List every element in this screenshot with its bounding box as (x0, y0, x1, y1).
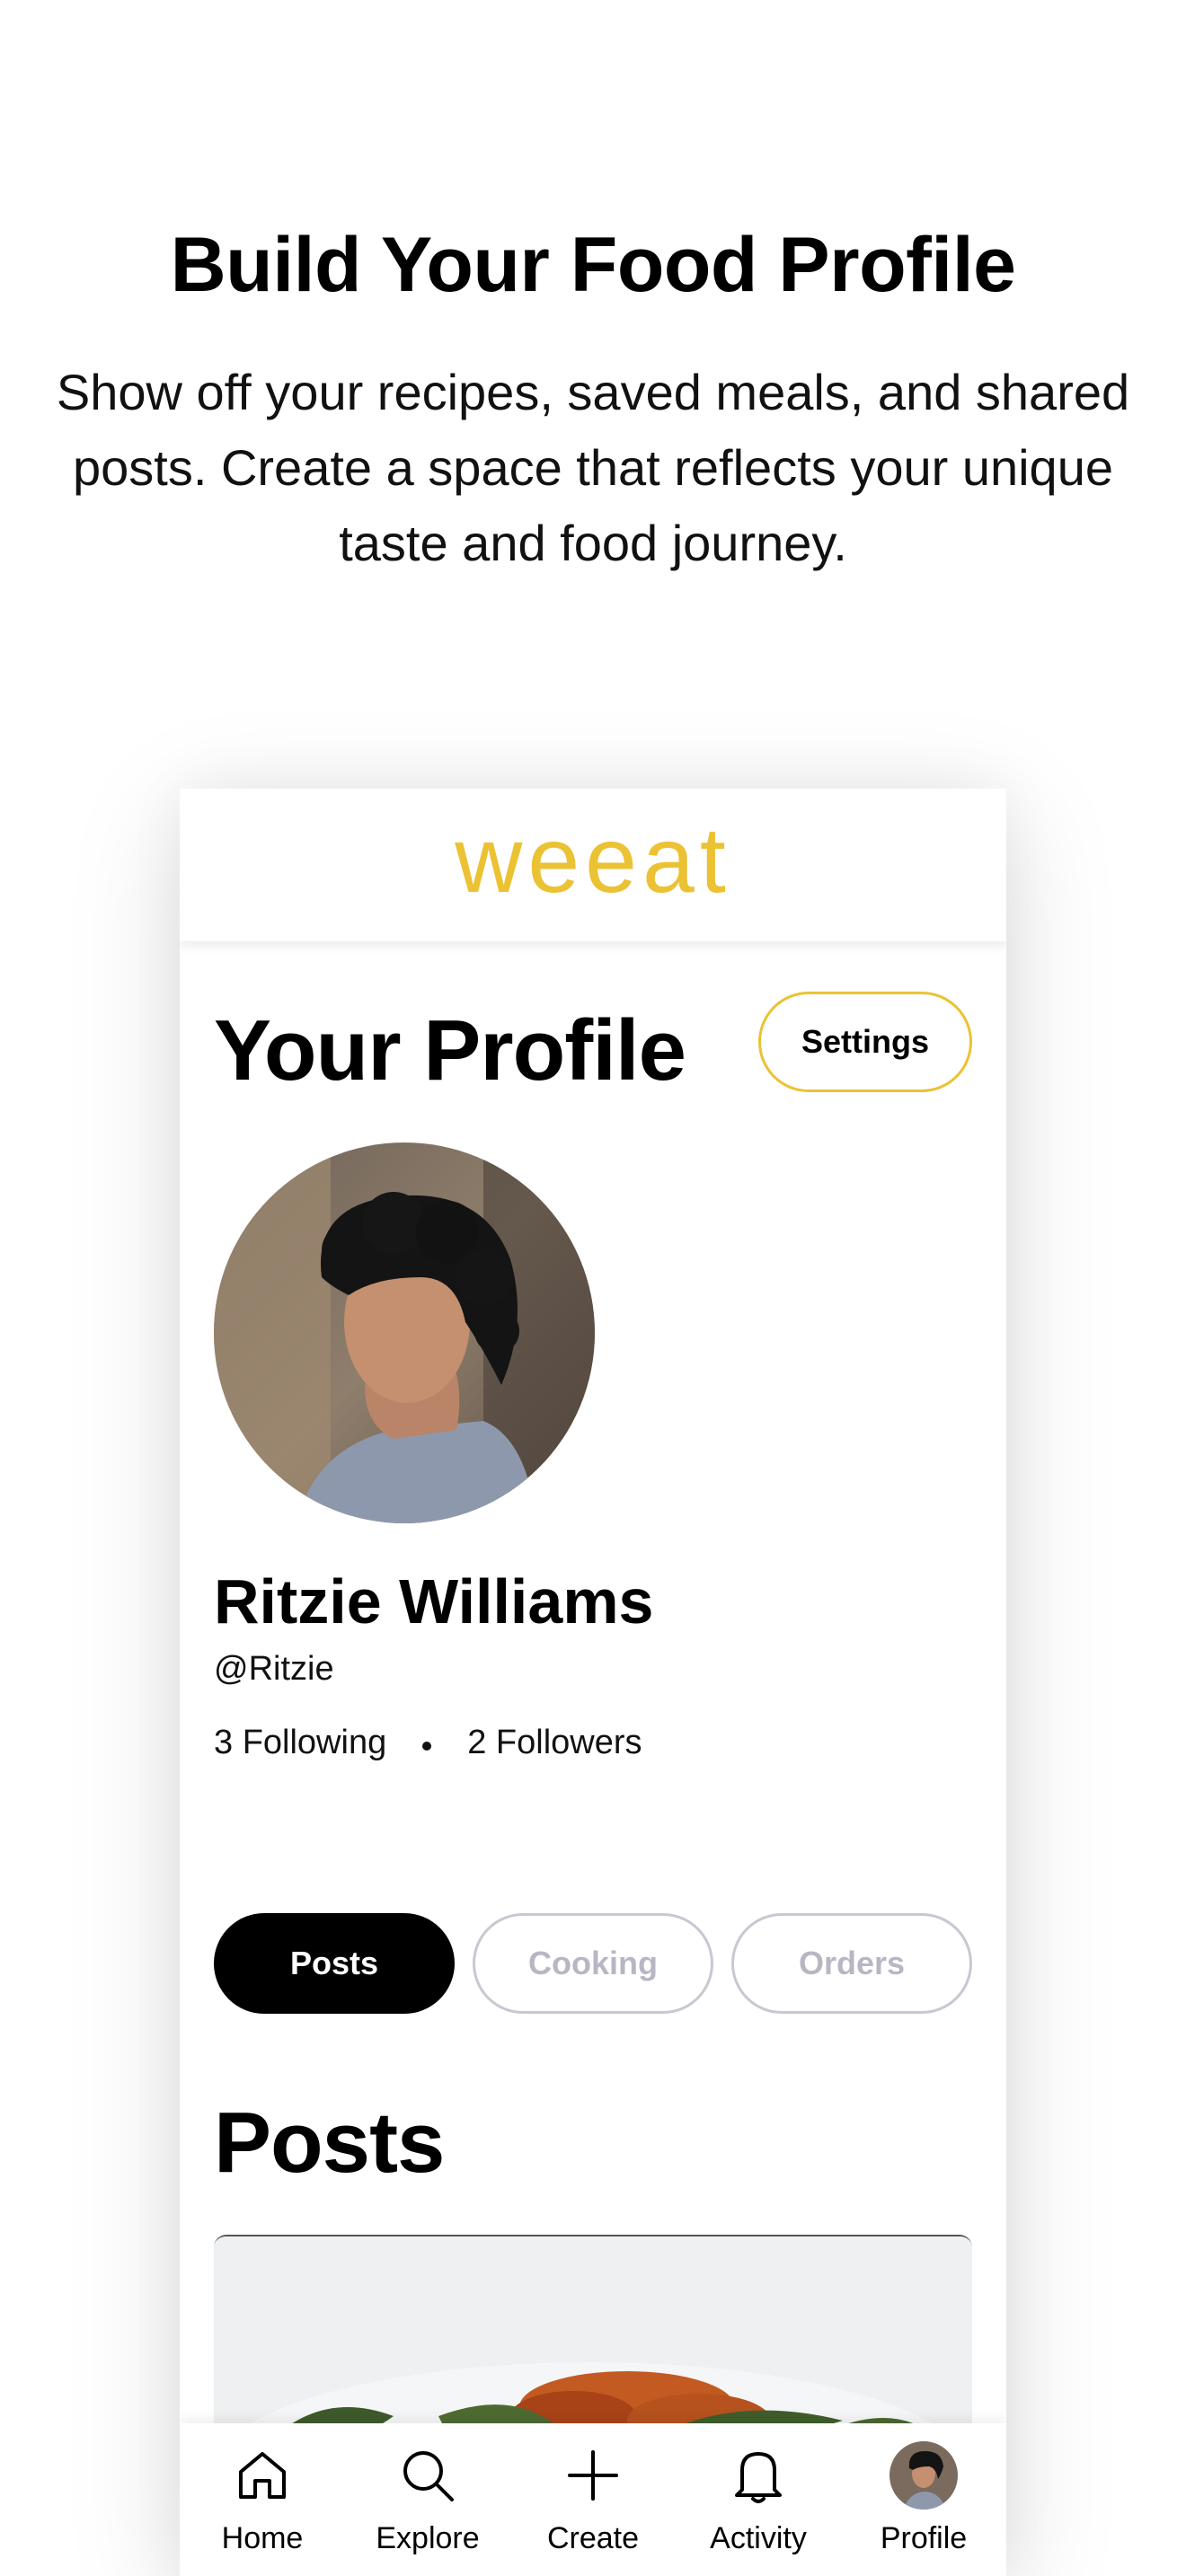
search-icon (394, 2441, 462, 2510)
tab-orders[interactable]: Orders (731, 1913, 972, 2014)
home-icon (228, 2441, 296, 2510)
following-count[interactable]: 3 Following (214, 1719, 386, 1766)
app-header: weeat (180, 789, 1006, 941)
tab-posts[interactable]: Posts (214, 1913, 455, 2014)
promo-title: Build Your Food Profile (170, 222, 1016, 308)
nav-activity[interactable]: Activity (676, 2423, 841, 2556)
nav-home[interactable]: Home (180, 2423, 345, 2556)
page-title: Your Profile (214, 1002, 686, 1098)
nav-label-home: Home (221, 2521, 304, 2555)
bottom-nav: Home Explore Create Activity Profile (180, 2423, 1006, 2576)
plus-icon (559, 2441, 627, 2510)
promo-description: Show off your recipes, saved meals, and … (56, 364, 1130, 571)
user-name: Ritzie Williams (214, 1566, 654, 1636)
nav-create[interactable]: Create (510, 2423, 676, 2556)
user-handle: @Ritzie (214, 1650, 334, 1688)
profile-avatar (214, 1142, 595, 1523)
settings-button[interactable]: Settings (758, 992, 972, 1092)
follow-stats: 3 Following 2 Followers (214, 1719, 642, 1766)
followers-count[interactable]: 2 Followers (467, 1719, 642, 1766)
phone-mockup: weeat Your Profile Settings Ritzie Willi… (180, 789, 1006, 2576)
nav-profile[interactable]: Profile (841, 2423, 1006, 2556)
nav-explore[interactable]: Explore (345, 2423, 510, 2556)
bell-icon (724, 2441, 792, 2510)
nav-label-explore: Explore (376, 2521, 480, 2555)
nav-label-activity: Activity (710, 2521, 807, 2555)
separator-dot (422, 1742, 432, 1751)
tab-cooking[interactable]: Cooking (473, 1913, 713, 2014)
avatar (890, 2441, 958, 2510)
weeat-logo: weeat (455, 808, 731, 913)
profile-tabs: Posts Cooking Orders (214, 1913, 972, 2014)
nav-label-create: Create (546, 2521, 640, 2555)
nav-label-profile: Profile (880, 2521, 968, 2555)
posts-heading: Posts (214, 2095, 445, 2191)
